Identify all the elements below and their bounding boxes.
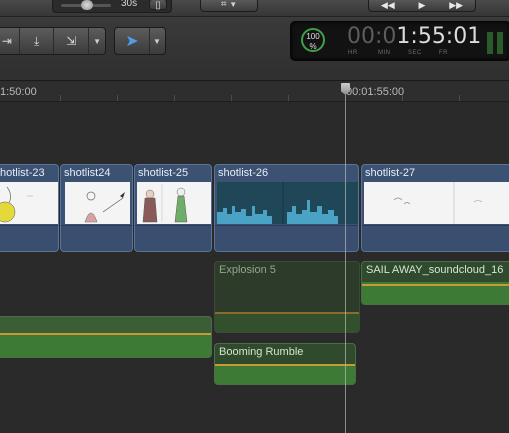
ruler-tick [288,95,289,101]
arrow-select-icon: ➤ [115,28,150,54]
playhead-line[interactable] [345,95,346,433]
clip-thumbnail [364,182,509,224]
edit-tools-group: ⇥ ⤓ ⇲ ▼ [0,27,106,55]
ruler-tick [60,95,61,101]
slider-knob[interactable] [81,0,93,10]
unit-min: MIN [378,50,391,56]
select-tool-button[interactable]: ➤ ▼ [114,27,166,55]
volume-line [362,284,509,286]
waveform [0,335,211,357]
video-clip-shotlist-23[interactable]: hotlist-23 [0,164,59,252]
sketch-birds-icon [393,182,483,224]
clip-title: shotlist-27 [365,167,416,179]
ruler-tick [231,95,232,101]
clip-title: SAIL AWAY_soundcloud_16 [366,264,504,276]
video-clip-shotlist-25[interactable]: shotlist-25 [134,164,212,252]
ruler-tick [174,95,175,101]
percent-sign: % [309,42,317,51]
percent-value: 100 [306,32,320,41]
audio-clip-booming-rumble[interactable]: Booming Rumble [214,343,356,385]
clip-lower-band [61,225,132,251]
forward-icon[interactable]: ▶▶ [449,0,463,11]
audio-meter-right [497,32,503,54]
sketch-figure-icon [84,191,125,223]
clip-lower-band [135,225,211,251]
crop-icon: ⌗ [220,0,227,10]
unit-sec: SEC [408,50,422,56]
timeline-ruler[interactable]: 1:50:00 00:01:55:00 [0,81,509,102]
clip-title: hotlist-23 [0,167,45,179]
clip-lower-band [0,225,58,251]
volume-line [215,364,355,366]
unit-hr: HR [348,50,358,56]
unit-fr: FR [439,50,448,56]
clip-lower-band [215,225,358,251]
timecode-dim: 00:0 [347,24,397,49]
clip-thumbnail [137,182,211,224]
audio-clip-sail-away[interactable]: SAIL AWAY_soundcloud_16 [361,261,509,305]
chevron-down-icon: ▼ [229,0,238,9]
append-icon[interactable]: ⇲ [54,28,90,54]
crop-menu-button[interactable]: ⌗ ▼ [200,0,258,12]
audio-clip-explosion-5[interactable]: Explosion 5 [214,261,360,333]
city-skyline-icon [217,182,338,224]
clip-title: shotlist24 [64,167,111,179]
connect-icon[interactable]: ⇥ [0,28,20,54]
audio-clip-background[interactable] [0,316,212,358]
clip-title: shotlist-25 [138,167,189,179]
waveform [215,364,355,384]
clip-thumbnail [0,182,58,224]
timecode-bright: 1:55:01 [396,24,482,49]
volume-line [215,312,359,314]
ruler-tick [402,95,403,101]
clip-title: Booming Rumble [219,346,304,358]
sketch-figure-icon [0,186,33,223]
insert-icon[interactable]: ⤓ [20,28,55,54]
waveform [215,314,359,332]
video-clip-shotlist-26[interactable]: shotlist-26 [214,164,359,252]
progress-ring: 100 % [301,28,325,52]
duration-slider[interactable]: 30s ▯ [52,0,172,13]
film-icon[interactable]: ▯ [149,0,167,11]
rewind-icon[interactable]: ◀◀ [381,0,395,11]
timecode-value: 00:01:55:01 [347,24,481,49]
video-clip-shotlist24[interactable]: shotlist24 [60,164,133,252]
ruler-tick [117,95,118,101]
ruler-label-left: 1:50:00 [0,86,37,98]
play-icon[interactable]: ▶ [419,0,426,11]
timecode-display[interactable]: 100 % 00:01:55:01 HR MIN SEC FR [290,21,509,61]
duration-label: 30s [121,0,138,9]
clip-thumbnail [65,182,130,224]
ruler-label-right: 00:01:55:00 [346,86,405,98]
video-clip-shotlist-27[interactable]: shotlist-27 [361,164,509,252]
clip-title: shotlist-26 [218,167,269,179]
ruler-tick [459,95,460,101]
transport-controls: ◀◀ ▶ ▶▶ [368,0,476,12]
sketch-figures-icon [142,184,188,223]
clip-thumbnail [217,182,358,224]
audio-meter-left [487,32,493,54]
chevron-down-icon[interactable]: ▼ [89,28,105,54]
chevron-down-icon: ▼ [153,36,161,46]
clip-title: Explosion 5 [219,264,276,276]
clip-lower-band [362,225,509,251]
